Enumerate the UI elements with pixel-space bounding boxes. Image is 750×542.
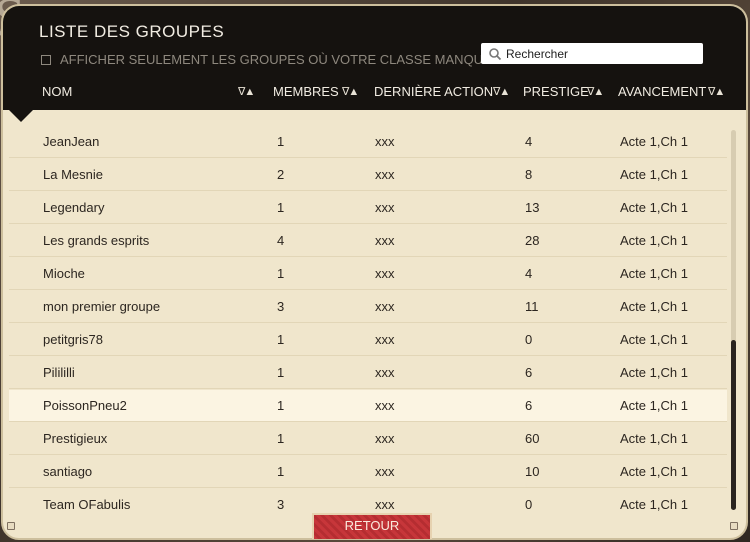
- prestige-cell: 4: [525, 266, 533, 281]
- table-row[interactable]: La Mesnie 2 xxx 8 Acte 1,Ch 1: [9, 159, 727, 191]
- corner-rivet: [7, 522, 15, 530]
- column-header-prestige[interactable]: PRESTIGE: [523, 84, 589, 99]
- class-filter-toggle[interactable]: AFFICHER SEULEMENT LES GROUPES OÙ VOTRE …: [41, 52, 492, 67]
- group-name-cell: mon premier groupe: [43, 299, 161, 314]
- table-row[interactable]: Les grands esprits 4 xxx 28 Acte 1,Ch 1: [9, 225, 727, 257]
- last-action-cell: xxx: [375, 332, 395, 347]
- group-list-panel: LISTE DES GROUPES AFFICHER SEULEMENT LES…: [1, 4, 748, 540]
- group-name-cell: JeanJean: [43, 134, 100, 149]
- prestige-cell: 4: [525, 134, 533, 149]
- column-header-name[interactable]: NOM: [42, 84, 72, 99]
- table-row[interactable]: Legendary 1 xxx 13 Acte 1,Ch 1: [9, 192, 727, 224]
- table-row[interactable]: Mioche 1 xxx 4 Acte 1,Ch 1: [9, 258, 727, 290]
- filter-checkbox[interactable]: [41, 54, 51, 65]
- table-row[interactable]: Team OFabulis 3 xxx 0 Acte 1,Ch 1: [9, 489, 727, 512]
- progress-cell: Acte 1,Ch 1: [620, 266, 688, 281]
- page-title: LISTE DES GROUPES: [39, 22, 225, 41]
- table-row[interactable]: Pilililli 1 xxx 6 Acte 1,Ch 1: [9, 357, 727, 389]
- sort-prestige-icon[interactable]: ∇▲: [587, 85, 604, 98]
- table-row[interactable]: santiago 1 xxx 10 Acte 1,Ch 1: [9, 456, 727, 488]
- table-row[interactable]: mon premier groupe 3 xxx 11 Acte 1,Ch 1: [9, 291, 727, 323]
- prestige-cell: 8: [525, 167, 533, 182]
- search-box[interactable]: [481, 43, 703, 64]
- table-row[interactable]: PoissonPneu2 1 xxx 6 Acte 1,Ch 1: [9, 390, 727, 422]
- last-action-cell: xxx: [375, 497, 395, 512]
- prestige-cell: 0: [525, 497, 533, 512]
- corner-rivet: [730, 522, 738, 530]
- table-row[interactable]: petitgris78 1 xxx 0 Acte 1,Ch 1: [9, 324, 727, 356]
- members-cell: 1: [277, 365, 285, 380]
- scrollbar-track[interactable]: [731, 130, 736, 510]
- prestige-cell: 10: [525, 464, 540, 479]
- members-cell: 3: [277, 497, 285, 512]
- group-name-cell: Legendary: [43, 200, 105, 215]
- prestige-cell: 6: [525, 398, 533, 413]
- members-cell: 1: [277, 464, 285, 479]
- prestige-cell: 60: [525, 431, 540, 446]
- panel-header: LISTE DES GROUPES AFFICHER SEULEMENT LES…: [3, 6, 746, 110]
- progress-cell: Acte 1,Ch 1: [620, 464, 688, 479]
- search-icon: [489, 47, 502, 60]
- sort-progress-icon[interactable]: ∇▲: [708, 85, 725, 98]
- prestige-cell: 28: [525, 233, 540, 248]
- progress-cell: Acte 1,Ch 1: [620, 200, 688, 215]
- progress-cell: Acte 1,Ch 1: [620, 398, 688, 413]
- members-cell: 1: [277, 332, 285, 347]
- progress-cell: Acte 1,Ch 1: [620, 299, 688, 314]
- group-table: JeanJean 1 xxx 4 Acte 1,Ch 1 La Mesnie 2 xxx 8 Ac…: [9, 123, 727, 512]
- column-header-last-action[interactable]: DERNIÈRE ACTION: [374, 84, 493, 99]
- progress-cell: Acte 1,Ch 1: [620, 497, 688, 512]
- last-action-cell: xxx: [375, 266, 395, 281]
- group-name-cell: PoissonPneu2: [43, 398, 127, 413]
- table-row[interactable]: Prestigieux 1 xxx 60 Acte 1,Ch 1: [9, 423, 727, 455]
- progress-cell: Acte 1,Ch 1: [620, 134, 688, 149]
- group-name-cell: Team OFabulis: [43, 497, 131, 512]
- members-cell: 1: [277, 431, 285, 446]
- sort-last-action-icon[interactable]: ∇▲: [493, 85, 510, 98]
- column-header-progress[interactable]: AVANCEMENT: [618, 84, 706, 99]
- last-action-cell: xxx: [375, 299, 395, 314]
- column-header-members[interactable]: MEMBRES: [273, 84, 339, 99]
- last-action-cell: xxx: [375, 134, 395, 149]
- group-name-cell: Les grands esprits: [43, 233, 150, 248]
- prestige-cell: 13: [525, 200, 540, 215]
- sort-members-icon[interactable]: ∇▲: [342, 85, 359, 98]
- group-name-cell: Mioche: [43, 266, 85, 281]
- last-action-cell: xxx: [375, 398, 395, 413]
- sort-name-icon[interactable]: ∇▲: [238, 85, 255, 98]
- members-cell: 1: [277, 200, 285, 215]
- prestige-cell: 11: [525, 299, 539, 314]
- members-cell: 3: [277, 299, 285, 314]
- group-name-cell: Prestigieux: [43, 431, 108, 446]
- group-name-cell: petitgris78: [43, 332, 103, 347]
- table-row[interactable]: JeanJean 1 xxx 4 Acte 1,Ch 1: [9, 126, 727, 158]
- last-action-cell: xxx: [375, 365, 395, 380]
- members-cell: 4: [277, 233, 285, 248]
- group-name-cell: Pilililli: [43, 365, 75, 380]
- header-notch: [9, 110, 33, 122]
- members-cell: 1: [277, 398, 285, 413]
- filter-label: AFFICHER SEULEMENT LES GROUPES OÙ VOTRE …: [60, 52, 492, 67]
- last-action-cell: xxx: [375, 167, 395, 182]
- last-action-cell: xxx: [375, 233, 395, 248]
- group-name-cell: La Mesnie: [43, 167, 103, 182]
- members-cell: 2: [277, 167, 285, 182]
- last-action-cell: xxx: [375, 464, 395, 479]
- prestige-cell: 0: [525, 332, 533, 347]
- last-action-cell: xxx: [375, 431, 395, 446]
- progress-cell: Acte 1,Ch 1: [620, 431, 688, 446]
- search-input[interactable]: [506, 46, 696, 61]
- back-button[interactable]: RETOUR: [312, 513, 432, 539]
- progress-cell: Acte 1,Ch 1: [620, 365, 688, 380]
- group-name-cell: santiago: [43, 464, 93, 479]
- progress-cell: Acte 1,Ch 1: [620, 167, 688, 182]
- last-action-cell: xxx: [375, 200, 395, 215]
- members-cell: 1: [277, 266, 285, 281]
- scrollbar-thumb[interactable]: [731, 340, 736, 510]
- progress-cell: Acte 1,Ch 1: [620, 233, 688, 248]
- members-cell: 1: [277, 134, 285, 149]
- progress-cell: Acte 1,Ch 1: [620, 332, 688, 347]
- prestige-cell: 6: [525, 365, 533, 380]
